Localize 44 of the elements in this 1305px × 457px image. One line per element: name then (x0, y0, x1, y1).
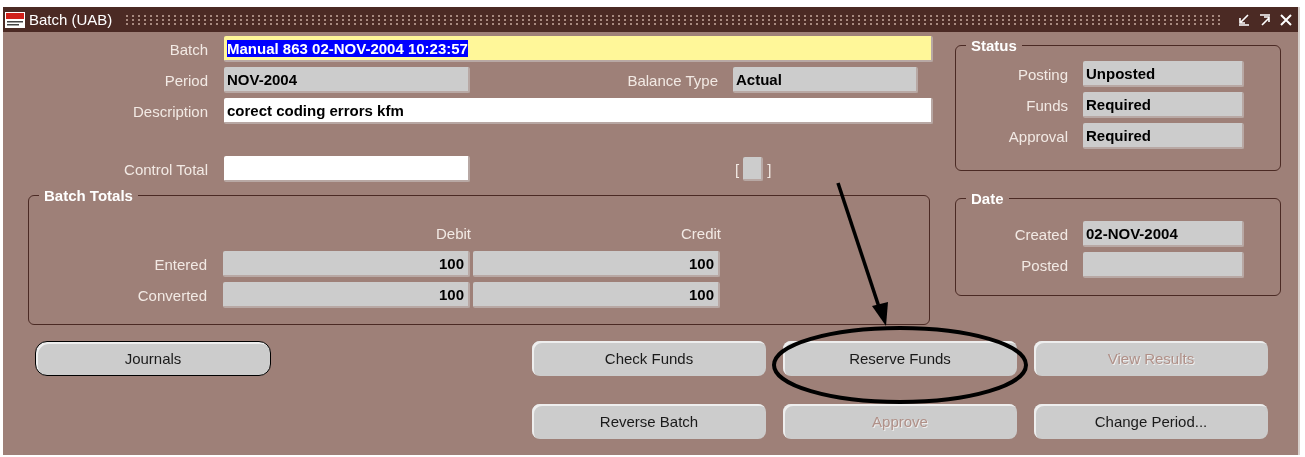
group-title: Status (970, 37, 1018, 54)
column-header: Debit (434, 224, 471, 242)
maximize-icon[interactable] (1259, 13, 1271, 26)
button[interactable]: Reverse Batch (532, 404, 766, 439)
text-field[interactable]: NOV-2004 (224, 67, 470, 93)
field-label: Balance Type (626, 71, 718, 89)
button[interactable]: Journals (35, 341, 271, 376)
text-field[interactable]: 100 (473, 251, 720, 277)
field-label: Converted (136, 286, 207, 304)
text-field[interactable]: corect coding errors kfm (224, 98, 933, 124)
field-label: Control Total (123, 160, 208, 178)
field-label: Posting (1016, 65, 1068, 83)
text-field[interactable]: Actual (733, 67, 918, 93)
group-title: Date (970, 190, 1005, 207)
text-field[interactable]: Manual 863 02-NOV-2004 10:23:57 (224, 36, 933, 62)
window-title: Batch (UAB) (29, 11, 113, 28)
text-field[interactable]: 100 (223, 282, 470, 308)
text-field[interactable]: 02-NOV-2004 (1083, 221, 1244, 247)
button[interactable]: Reserve Funds (783, 341, 1017, 376)
column-header: Credit (680, 224, 721, 242)
field-label: Approval (1007, 127, 1068, 145)
bracket-mark: [ (735, 160, 740, 178)
field-label: Batch (168, 40, 208, 58)
field-label: Posted (1020, 256, 1068, 274)
button[interactable]: Check Funds (532, 341, 766, 376)
field-label: Description (131, 102, 208, 120)
bracket-mark: ] (767, 160, 772, 178)
text-field[interactable]: Required (1083, 92, 1244, 118)
text-field[interactable]: Required (1083, 123, 1244, 149)
text-field[interactable]: Unposted (1083, 61, 1244, 87)
field-label: Period (163, 71, 208, 89)
minimize-icon[interactable] (1238, 13, 1250, 26)
text-field[interactable] (1083, 252, 1244, 278)
text-field[interactable] (224, 156, 470, 182)
field-label: Entered (153, 255, 207, 273)
app-logo-icon (5, 11, 25, 28)
close-icon[interactable] (1280, 13, 1292, 26)
small-field[interactable] (743, 157, 764, 181)
button[interactable]: Change Period... (1034, 404, 1268, 439)
text-field[interactable]: 100 (223, 251, 470, 277)
field-label: Created (1013, 225, 1068, 243)
field-label: Funds (1025, 96, 1068, 114)
text-field[interactable]: 100 (473, 282, 720, 308)
group-title: Batch Totals (43, 187, 134, 204)
